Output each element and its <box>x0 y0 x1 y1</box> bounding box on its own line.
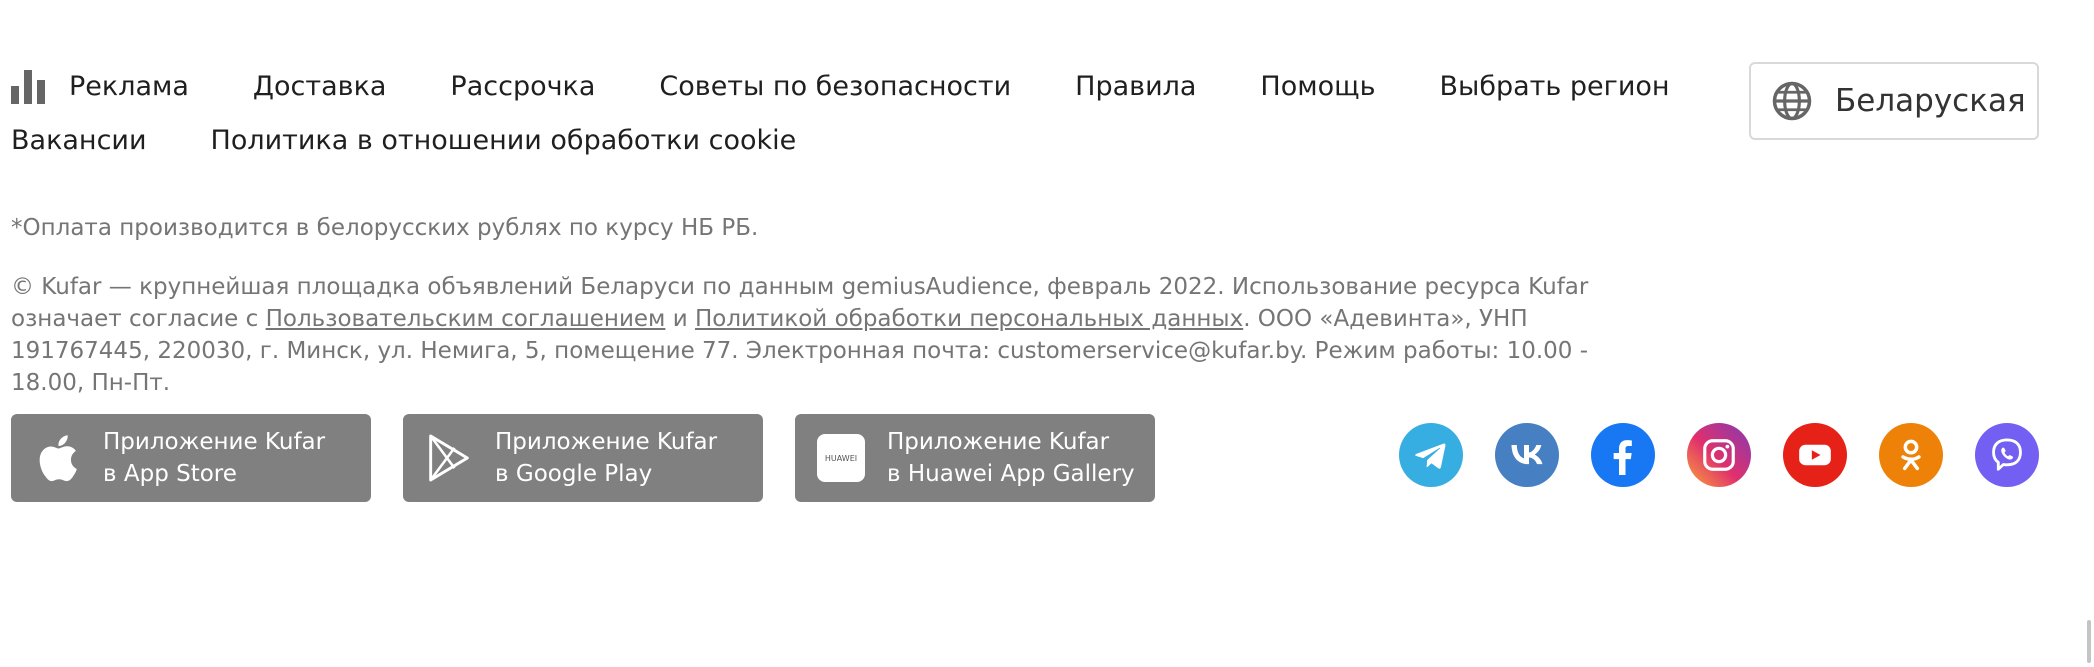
nav-link-help[interactable]: Помощь <box>1260 68 1375 106</box>
page-footer: Реклама Доставка Рассрочка Советы по без… <box>11 0 2041 663</box>
legal-text-and: и <box>665 306 695 332</box>
app-store-line1: Приложение Kufar <box>103 429 326 455</box>
google-play-label: Приложение Kufar в Google Play <box>495 426 717 490</box>
app-store-label: Приложение Kufar в App Store <box>103 426 325 490</box>
huawei-gallery-line1: Приложение Kufar <box>887 429 1110 455</box>
vk-icon <box>1511 445 1543 465</box>
payment-note: *Оплата производится в белорусских рубля… <box>11 215 759 241</box>
footer-nav-row-2: Вакансии Политика в отношении обработки … <box>11 122 860 160</box>
huawei-logo-text: HUAWEI <box>824 453 858 463</box>
nav-link-vacancies[interactable]: Вакансии <box>11 122 147 160</box>
viber-icon <box>1992 438 2022 471</box>
language-label: Беларуская <box>1835 83 2026 119</box>
instagram-link[interactable] <box>1687 423 1751 487</box>
google-play-button[interactable]: Приложение Kufar в Google Play <box>403 414 763 502</box>
user-agreement-link[interactable]: Пользовательским соглашением <box>266 306 666 332</box>
privacy-policy-link[interactable]: Политикой обработки персональных данных <box>695 306 1243 332</box>
odnoklassniki-icon <box>1901 439 1921 471</box>
google-play-line1: Приложение Kufar <box>495 429 718 455</box>
nav-link-advertising[interactable]: Реклама <box>69 68 189 106</box>
huawei-icon: HUAWEI <box>817 434 865 482</box>
language-switch-button[interactable]: Беларуская <box>1749 62 2039 140</box>
nav-link-installments[interactable]: Рассрочка <box>450 68 595 106</box>
nav-link-rules[interactable]: Правила <box>1075 68 1196 106</box>
huawei-gallery-label: Приложение Kufar в Huawei App Gallery <box>887 426 1135 490</box>
globe-icon <box>1772 81 1812 121</box>
huawei-gallery-line2: в Huawei App Gallery <box>887 461 1135 487</box>
nav-link-safety-tips[interactable]: Советы по безопасности <box>659 68 1011 106</box>
app-store-button[interactable]: Приложение Kufar в App Store <box>11 414 371 502</box>
nav-link-delivery[interactable]: Доставка <box>253 68 387 106</box>
viber-link[interactable] <box>1975 423 2039 487</box>
youtube-icon <box>1799 444 1831 466</box>
nav-link-cookie-policy[interactable]: Политика в отношении обработки cookie <box>211 122 797 160</box>
vk-link[interactable] <box>1495 423 1559 487</box>
instagram-icon <box>1703 439 1735 471</box>
telegram-link[interactable] <box>1399 423 1463 487</box>
huawei-gallery-button[interactable]: HUAWEI Приложение Kufar в Huawei App Gal… <box>795 414 1155 502</box>
app-store-line2: в App Store <box>103 461 237 487</box>
facebook-link[interactable] <box>1591 423 1655 487</box>
bar-chart-icon <box>11 70 49 104</box>
scrollbar-thumb[interactable] <box>2084 620 2094 663</box>
google-play-line2: в Google Play <box>495 461 653 487</box>
legal-text: © Kufar — крупнейшая площадка объявлений… <box>11 271 1631 399</box>
footer-nav-row-1: Реклама Доставка Рассрочка Советы по без… <box>11 68 1734 106</box>
apple-icon <box>39 435 77 482</box>
telegram-icon <box>1415 443 1446 469</box>
facebook-icon <box>1613 440 1632 475</box>
google-play-icon <box>429 434 469 482</box>
odnoklassniki-link[interactable] <box>1879 423 1943 487</box>
youtube-link[interactable] <box>1783 423 1847 487</box>
nav-link-choose-region[interactable]: Выбрать регион <box>1439 68 1669 106</box>
